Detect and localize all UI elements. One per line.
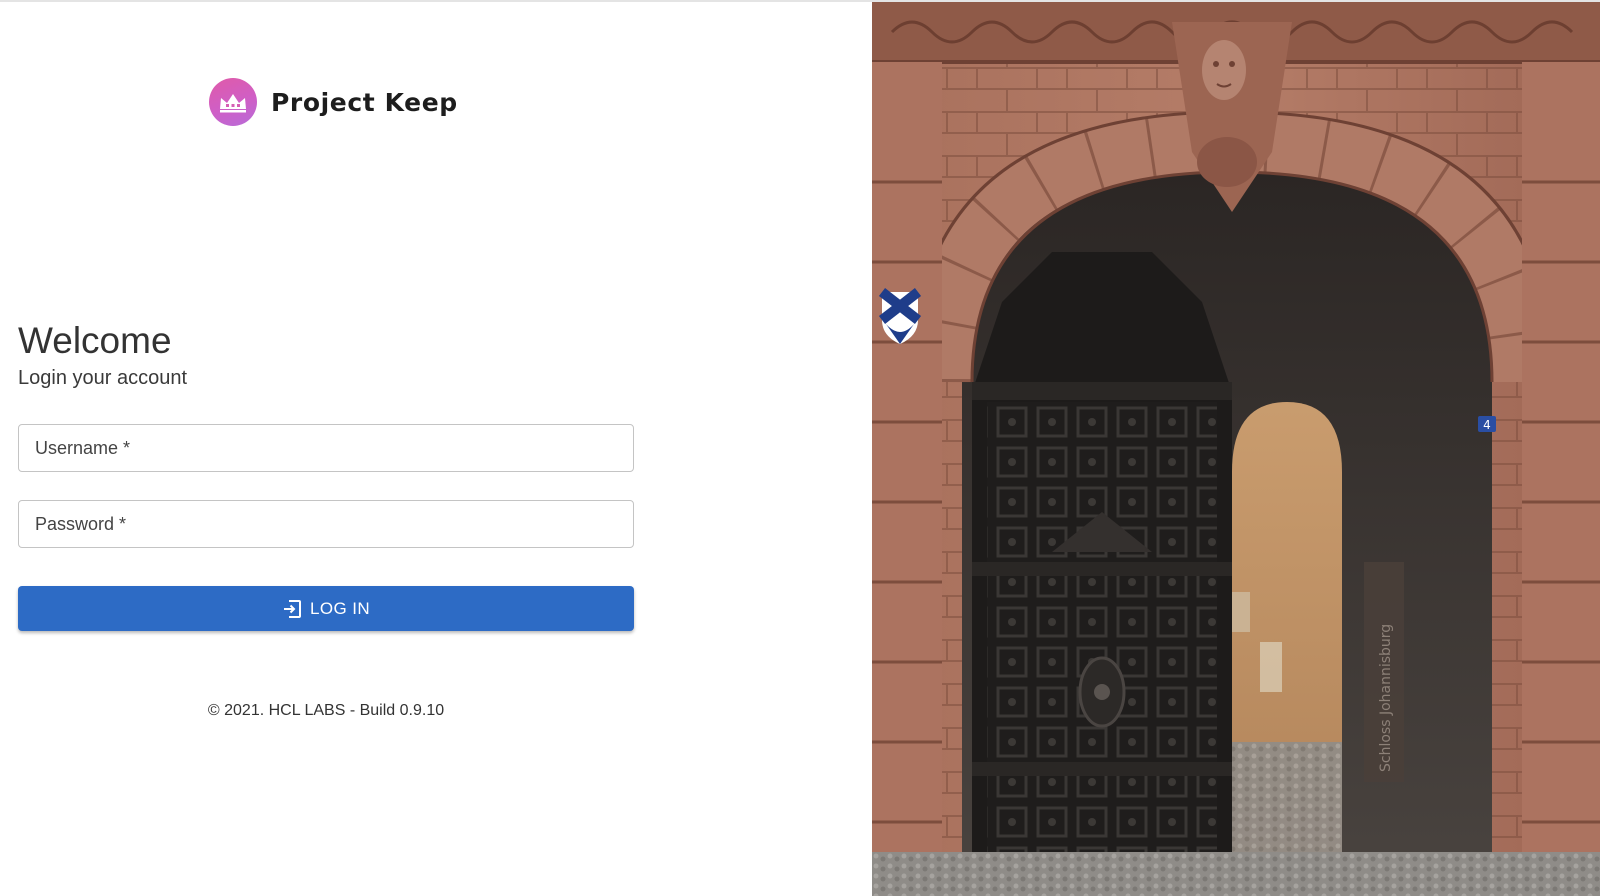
- username-field[interactable]: [18, 424, 634, 472]
- brand-header: Project Keep: [209, 78, 458, 126]
- brand-logo: [209, 78, 257, 126]
- login-icon: [282, 599, 302, 619]
- hero-image: 4 Schloss Johannisburg: [872, 2, 1600, 896]
- welcome-subtitle: Login your account: [18, 367, 188, 389]
- hero-sign-text: Schloss Johannisburg: [1378, 624, 1394, 772]
- password-input[interactable]: [19, 501, 633, 547]
- brand-name: Project Keep: [271, 87, 458, 117]
- svg-text:4: 4: [1483, 418, 1491, 432]
- castle-gate-illustration: 4 Schloss Johannisburg: [872, 2, 1600, 896]
- login-panel: Project Keep Welcome Login your account …: [0, 2, 872, 896]
- welcome-title: Welcome: [18, 320, 172, 361]
- password-field[interactable]: [18, 500, 634, 548]
- login-button-label: LOG IN: [309, 598, 371, 618]
- footer-copyright: © 2021. HCL LABS - Build 0.9.10: [207, 702, 445, 719]
- username-input[interactable]: [19, 425, 633, 471]
- login-button[interactable]: LOG IN: [18, 586, 634, 631]
- login-page: Project Keep Welcome Login your account …: [0, 0, 1600, 896]
- crown-icon: [220, 94, 246, 113]
